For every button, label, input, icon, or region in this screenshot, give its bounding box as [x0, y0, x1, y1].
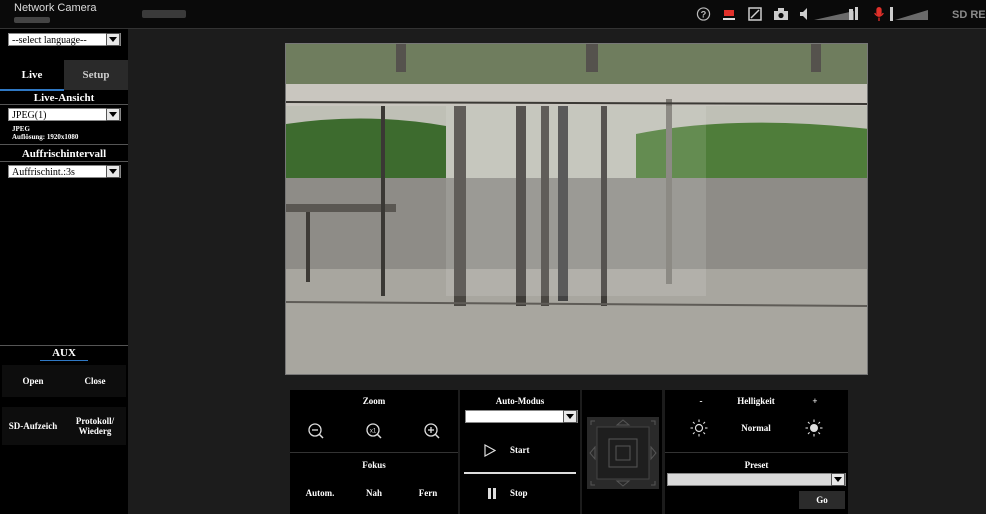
brightness-down-icon[interactable] [690, 419, 708, 437]
play-icon [484, 443, 496, 457]
brightness-title: Helligkeit [737, 396, 775, 406]
log-replay-label-line1: Protokoll/ [75, 416, 115, 426]
zoom-title: Zoom [362, 396, 386, 406]
snapshot-list-icon[interactable] [748, 7, 762, 21]
sidebar: --select language-- Live Setup Live-Ansi… [0, 29, 128, 514]
camera-title-redacted [142, 10, 186, 18]
refresh-interval-value: Auffrischint.:3s [12, 167, 75, 178]
sd-rec-status: SD REC [952, 9, 986, 21]
zoom-1x-icon[interactable]: x1 [365, 422, 383, 440]
svg-text:x1: x1 [370, 429, 377, 435]
log-replay-label-line2: Wiederg [78, 426, 112, 436]
focus-near-button[interactable]: Nah [350, 482, 398, 504]
auto-mode-panel: Auto-Modus Start Stop [460, 390, 580, 514]
zoom-out-icon[interactable] [307, 422, 325, 440]
preset-go-button[interactable]: Go [799, 491, 845, 509]
refresh-interval-title: Auffrischintervall [21, 148, 107, 160]
brightness-preset-panel: - Helligkeit + Normal Preset Go [665, 390, 848, 514]
aux-title: AUX [52, 347, 76, 359]
sd-record-button[interactable]: SD-Aufzeich [2, 407, 64, 445]
preset-select[interactable] [667, 473, 846, 486]
chevron-down-icon [106, 108, 120, 121]
live-view-title: Live-Ansicht [33, 92, 95, 104]
top-bar: Network Camera ? SD REC [0, 0, 986, 29]
aux-underline [40, 360, 88, 361]
volume-bars-icon[interactable] [814, 7, 862, 21]
direction-pad[interactable] [587, 417, 659, 489]
focus-far-button[interactable]: Fern [404, 482, 452, 504]
tab-setup[interactable]: Setup [64, 60, 128, 90]
pause-icon [488, 487, 496, 499]
chevron-down-icon [563, 410, 577, 423]
language-select[interactable]: --select language-- [8, 33, 121, 46]
start-label: Start [510, 445, 530, 455]
tab-live-underline [0, 89, 64, 91]
direction-pad-panel [582, 390, 662, 514]
focus-title: Fokus [362, 460, 386, 470]
brightness-minus-label: - [699, 396, 703, 406]
model-name-redacted [14, 17, 50, 23]
brightness-plus-label: + [812, 396, 818, 406]
tab-live-label: Live [21, 69, 43, 81]
chevron-down-icon [831, 473, 845, 486]
camera-icon[interactable] [773, 7, 789, 21]
aux-open-button[interactable]: Open [2, 365, 64, 397]
chevron-down-icon [106, 165, 120, 178]
auto-mode-select[interactable] [465, 410, 578, 423]
chevron-down-icon [106, 33, 120, 46]
stream-select-value: JPEG(1) [12, 110, 47, 121]
divider [290, 452, 458, 453]
divider [665, 452, 848, 453]
svg-text:?: ? [701, 9, 707, 19]
stop-label: Stop [510, 488, 528, 498]
focus-auto-button[interactable]: Autom. [296, 482, 344, 504]
divider [464, 472, 576, 474]
camera-feed-image [286, 44, 867, 374]
aux-close-button[interactable]: Close [64, 365, 126, 397]
mic-level-bars-icon[interactable] [890, 7, 930, 21]
start-button[interactable]: Start [464, 430, 576, 470]
record-indicator-icon[interactable] [723, 7, 735, 21]
preset-title: Preset [744, 460, 769, 470]
stream-select[interactable]: JPEG(1) [8, 108, 121, 121]
microphone-icon[interactable] [873, 7, 885, 21]
divider [0, 345, 128, 346]
log-replay-button[interactable]: Protokoll/ Wiederg [64, 407, 126, 445]
divider [0, 161, 128, 162]
stream-resolution: Auflösung: 1920x1080 [12, 133, 79, 141]
divider [0, 104, 128, 105]
speaker-icon[interactable] [799, 7, 809, 21]
stream-format: JPEG [12, 125, 30, 133]
tab-setup-label: Setup [82, 69, 110, 81]
brand-name: Network Camera [14, 2, 97, 14]
zoom-focus-panel: Zoom x1 Fokus Autom. Nah Fern [290, 390, 458, 514]
auto-mode-title: Auto-Modus [495, 396, 545, 406]
live-video[interactable] [285, 43, 868, 375]
divider [0, 144, 128, 145]
language-select-value: --select language-- [12, 35, 87, 46]
stop-button[interactable]: Stop [464, 476, 576, 510]
refresh-interval-select[interactable]: Auffrischint.:3s [8, 165, 121, 178]
tab-live[interactable]: Live [0, 60, 64, 90]
help-icon[interactable]: ? [696, 7, 711, 21]
zoom-in-icon[interactable] [423, 422, 441, 440]
brightness-up-icon[interactable] [805, 419, 823, 437]
brightness-normal-button[interactable]: Normal [727, 418, 785, 438]
brand: Network Camera [14, 3, 97, 23]
